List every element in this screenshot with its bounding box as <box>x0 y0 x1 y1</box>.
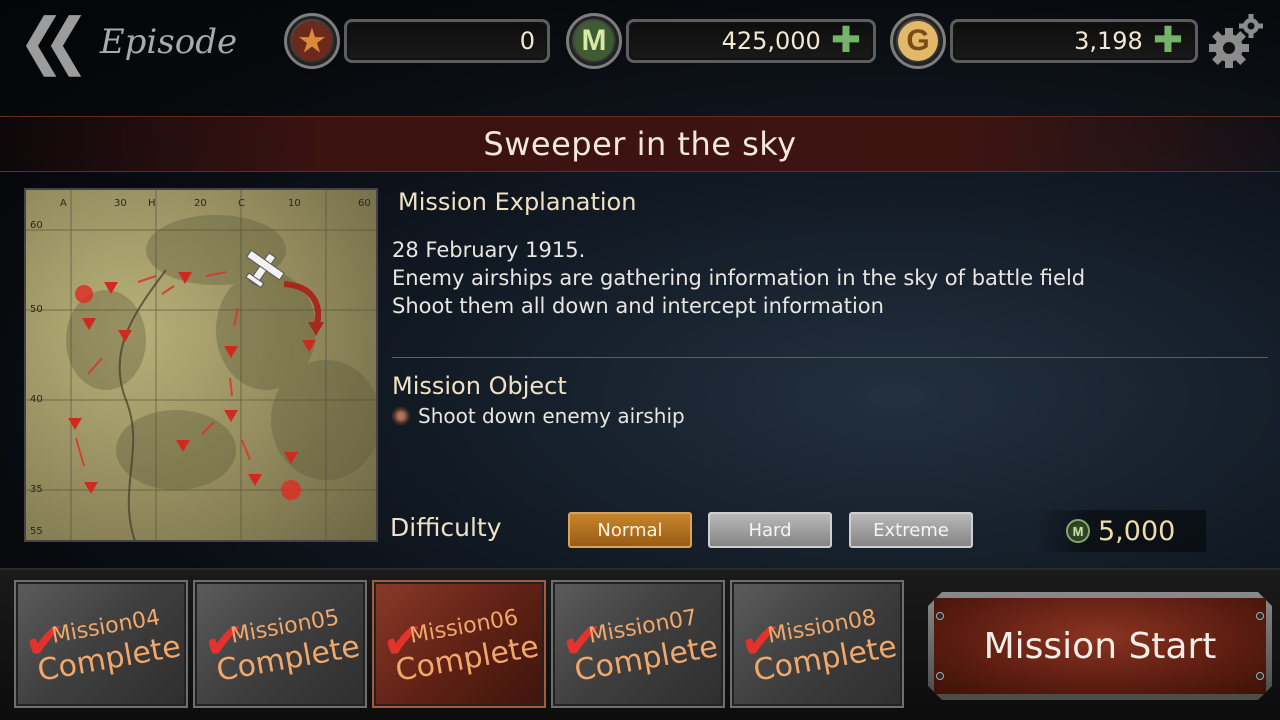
explanation-line: Enemy airships are gathering information… <box>392 266 1086 290</box>
page-title: Episode <box>99 22 238 62</box>
cost-value: 5,000 <box>1098 515 1176 547</box>
explanation-line: Shoot them all down and intercept inform… <box>392 294 884 318</box>
g-count: 3,198 ✚ <box>950 19 1198 63</box>
mission-start-face: Mission Start <box>934 598 1266 694</box>
g-currency: G 3,198 ✚ <box>890 13 1200 69</box>
mission-explanation-text: 28 February 1915. Enemy airships are gat… <box>392 236 1085 320</box>
map-row-label: 50 <box>30 304 43 315</box>
mission-tile-08[interactable]: ✔ Mission08 Complete <box>730 580 904 708</box>
top-bar: ❮❮ Episode ★ 0 M 425,000 ✚ G 3,198 ✚ <box>0 0 1280 90</box>
difficulty-normal-button[interactable]: Normal <box>568 512 692 548</box>
rivet <box>1256 672 1264 680</box>
map-col-label: H <box>148 198 156 209</box>
difficulty-extreme-button[interactable]: Extreme <box>849 512 973 548</box>
map-col-label: A <box>60 198 67 209</box>
mission-tile-05[interactable]: ✔ Mission05 Complete <box>193 580 367 708</box>
mission-title: Sweeper in the sky <box>483 125 797 163</box>
back-chevron-icon: ❮❮ <box>18 5 90 78</box>
mission-tile-07[interactable]: ✔ Mission07 Complete <box>551 580 725 708</box>
map-col-label: 30 <box>114 198 127 209</box>
star-value: 0 <box>519 27 535 55</box>
m-coin-icon: M <box>566 13 622 69</box>
map-row-label: 40 <box>30 394 43 405</box>
star-symbol: ★ <box>298 24 326 58</box>
rivet <box>936 672 944 680</box>
difficulty-label: Difficulty <box>390 513 502 542</box>
g-symbol: G <box>906 24 930 57</box>
map-row-label: 55 <box>30 526 43 537</box>
map-row-label: 60 <box>30 220 43 231</box>
section-divider <box>392 357 1268 358</box>
back-button[interactable]: ❮❮ Episode <box>18 5 238 78</box>
add-g-plus-icon[interactable]: ✚ <box>1153 23 1183 59</box>
m-currency: M 425,000 ✚ <box>566 13 876 69</box>
add-m-plus-icon[interactable]: ✚ <box>831 23 861 59</box>
mission-object-heading: Mission Object <box>392 372 567 400</box>
mission-start-button[interactable]: Mission Start <box>928 592 1272 700</box>
explanation-line: 28 February 1915. <box>392 238 586 262</box>
mission-map: A 30 H 20 C 10 60 60 50 40 35 55 <box>24 188 378 542</box>
map-row-label: 35 <box>30 484 43 495</box>
objective-text: Shoot down enemy airship <box>418 404 685 428</box>
g-value: 3,198 <box>1074 27 1143 55</box>
star-icon: ★ <box>284 13 340 69</box>
map-col-label: 10 <box>288 198 301 209</box>
mission-cost: M 5,000 <box>1036 510 1206 552</box>
map-col-label: C <box>238 198 245 209</box>
map-col-label: 20 <box>194 198 207 209</box>
rivet <box>1256 612 1264 620</box>
mission-tile-04[interactable]: ✔ Mission04 Complete <box>14 580 188 708</box>
m-coin-small-icon: M <box>1066 519 1090 543</box>
mission-start-label: Mission Start <box>983 625 1217 667</box>
difficulty-hard-button[interactable]: Hard <box>708 512 832 548</box>
m-count: 425,000 ✚ <box>626 19 876 63</box>
rivet <box>936 612 944 620</box>
star-count: 0 <box>344 19 550 63</box>
objective-item: Shoot down enemy airship <box>392 404 685 428</box>
m-value: 425,000 <box>721 27 821 55</box>
objective-bullet-icon <box>392 407 410 425</box>
m-symbol: M <box>581 24 607 57</box>
settings-gear-icon[interactable] <box>1205 12 1269 76</box>
star-currency: ★ 0 <box>284 13 550 69</box>
g-coin-icon: G <box>890 13 946 69</box>
mission-explanation-heading: Mission Explanation <box>398 188 637 216</box>
mission-title-band: Sweeper in the sky <box>0 116 1280 172</box>
map-drawing: A 30 H 20 C 10 60 60 50 40 35 55 <box>26 190 376 540</box>
map-col-label: 60 <box>358 198 371 209</box>
mission-tile-06[interactable]: ✔ Mission06 Complete <box>372 580 546 708</box>
